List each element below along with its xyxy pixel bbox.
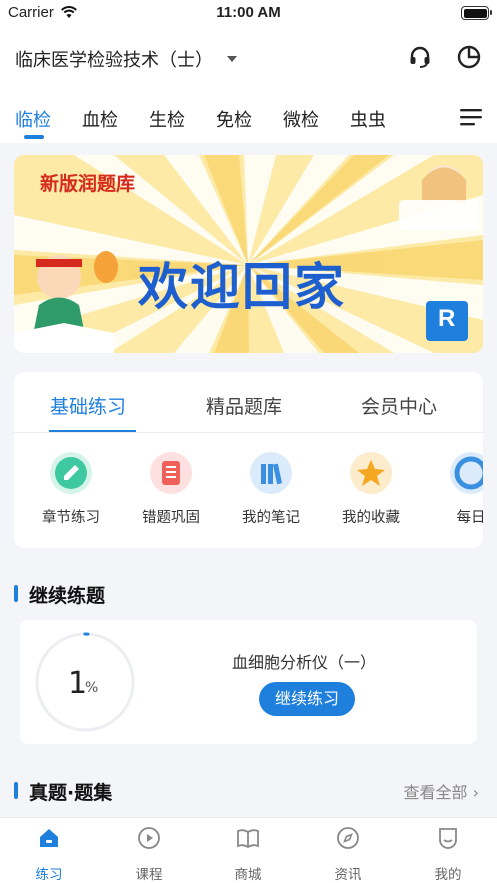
tabbar-label: 我的: [434, 867, 462, 883]
menu-icon[interactable]: [460, 108, 482, 126]
continue-card: 1 % 血细胞分析仪（一） 继续练习: [20, 620, 477, 744]
progress-unit: %: [85, 680, 99, 696]
tab-mianjian[interactable]: 免检: [216, 106, 252, 132]
app-header: 临床医学检验技术（士） 临检 血检 生检 免检 微检 虫虫: [0, 28, 497, 143]
feature-label: 章节练习: [42, 510, 100, 526]
tabbar-practice[interactable]: 练习: [19, 826, 79, 883]
exam-section-title: 真题·题集: [14, 778, 112, 805]
subject-selector[interactable]: 临床医学检验技术（士）: [15, 46, 213, 72]
star-icon: [350, 452, 392, 494]
tab-chongchong[interactable]: 虫虫: [350, 106, 386, 132]
divider: [14, 432, 483, 433]
tabbar-mine[interactable]: 我的: [418, 826, 478, 883]
list-icon: [150, 452, 192, 494]
feature-label: 每日: [456, 510, 484, 526]
book-icon: [237, 829, 259, 849]
feature-label: 我的收藏: [342, 510, 400, 526]
tab-shengjian[interactable]: 生检: [149, 106, 185, 132]
chevron-down-icon[interactable]: [227, 56, 237, 62]
pencil-icon: [50, 452, 92, 494]
view-all-link[interactable]: 查看全部 ›: [404, 779, 480, 803]
feature-daily[interactable]: 每日: [426, 452, 483, 527]
clock: 11:00 AM: [216, 4, 281, 21]
compass-icon: [337, 827, 359, 849]
tabbar-label: 资讯: [334, 867, 362, 883]
feature-chapter-practice[interactable]: 章节练习: [26, 452, 116, 527]
feature-my-notes[interactable]: 我的笔记: [226, 452, 316, 527]
feature-label: 我的笔记: [242, 510, 300, 526]
tab-basic-practice[interactable]: 基础练习: [50, 392, 126, 419]
tabbar-courses[interactable]: 课程: [119, 826, 179, 883]
status-bar: Carrier 11:00 AM: [0, 0, 497, 28]
continue-practice-button[interactable]: 继续练习: [259, 682, 355, 716]
tabbar-news[interactable]: 资讯: [318, 826, 378, 883]
promo-banner[interactable]: 新版润题库 欢迎回家 R: [14, 155, 483, 353]
tab-xuejian[interactable]: 血检: [82, 106, 118, 132]
active-tab-indicator: [24, 135, 44, 139]
battery-icon: [461, 6, 492, 20]
tabbar-label: 课程: [135, 867, 163, 883]
tabbar-shop[interactable]: 商城: [218, 826, 278, 883]
home-icon: [40, 829, 58, 847]
tabbar-label: 商城: [234, 867, 262, 883]
category-tabs: 临检 血检 生检 免检 微检 虫虫: [0, 102, 497, 142]
tabbar-label: 练习: [35, 867, 63, 883]
profile-icon: [439, 828, 457, 849]
bottom-tab-bar: 练习 课程 商城 资讯 我的: [0, 817, 497, 883]
tab-premium-bank[interactable]: 精品题库: [206, 392, 282, 419]
feature-label: 错题巩固: [142, 510, 200, 526]
tab-member-center[interactable]: 会员中心: [361, 392, 437, 419]
banner-logo: R: [438, 305, 456, 332]
tab-linjian[interactable]: 临检: [15, 106, 51, 132]
lesson-name: 血细胞分析仪（一）: [232, 653, 377, 672]
headset-icon[interactable]: [407, 44, 433, 70]
feature-wrong-review[interactable]: 错题巩固: [126, 452, 216, 527]
continue-section-title: 继续练题: [14, 581, 105, 608]
tab-weijian[interactable]: 微检: [283, 106, 319, 132]
play-icon: [138, 827, 160, 849]
books-icon: [250, 452, 292, 494]
banner-badge: 新版润题库: [40, 173, 136, 195]
feature-my-favorites[interactable]: 我的收藏: [326, 452, 416, 527]
calendar-icon: [450, 452, 483, 494]
pie-chart-icon[interactable]: [456, 44, 482, 70]
banner-headline: 欢迎回家: [138, 258, 346, 316]
practice-card: 基础练习 精品题库 会员中心 章节练习 错题巩固 我的笔记 我的收藏 每日: [14, 372, 483, 548]
